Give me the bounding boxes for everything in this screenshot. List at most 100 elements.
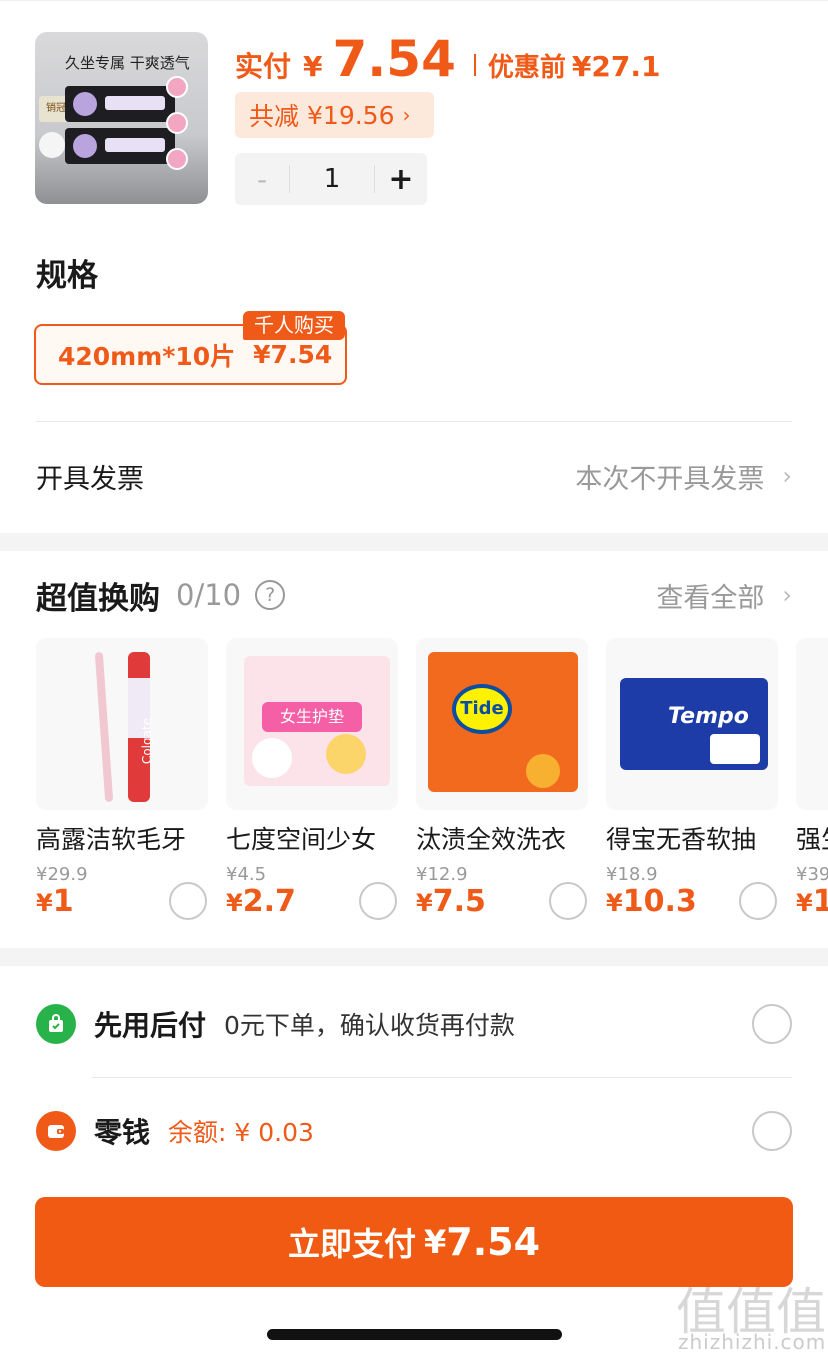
divider: [92, 1077, 792, 1078]
addon-list[interactable]: Colgate 高露洁软毛牙 ¥29.9 ¥1 女生护垫 七度空间少女 ¥4.5…: [36, 638, 828, 928]
invoice-row[interactable]: 开具发票 本次不开具发票 ›: [36, 446, 792, 506]
wallet-balance: 余额: ¥ 0.03: [168, 1118, 314, 1147]
currency-symbol: ¥: [796, 889, 813, 917]
brand-label: 女生护垫: [262, 702, 362, 732]
quantity-stepper: - 1 +: [235, 153, 427, 205]
pay-later-name: 先用后付: [94, 1009, 207, 1042]
addon-item-price-value: 14: [812, 884, 828, 919]
shopping-bag-icon: [36, 1004, 76, 1044]
invoice-value: 本次不开具发票: [575, 463, 765, 495]
addon-item-original-price: ¥39: [796, 864, 828, 885]
discount-detail-button[interactable]: 共减 ¥19.56 ›: [235, 92, 434, 138]
pad-pack-icon: [65, 86, 175, 122]
spec-title: 规格: [36, 258, 98, 294]
spec-option-price: ¥7.54: [253, 340, 333, 369]
section-gap: [0, 533, 828, 551]
paid-price: 实付 ¥ 7.54 优惠前 ¥27.1: [235, 30, 660, 90]
currency-symbol: ¥: [36, 889, 53, 917]
addon-item-original-price: ¥4.5: [226, 864, 267, 885]
addon-item-price: ¥10.3: [606, 884, 697, 919]
view-all-link[interactable]: 查看全部 ›: [656, 576, 792, 615]
pay-now-label: 立即支付: [287, 1225, 416, 1263]
addon-item-price-value: 2.7: [242, 884, 296, 919]
addon-item-price: ¥2.7: [226, 884, 296, 919]
increase-button[interactable]: +: [375, 162, 427, 197]
addon-item[interactable]: Tide 汰渍全效洗衣 ¥12.9 ¥7.5: [416, 638, 588, 928]
wallet-balance-option[interactable]: 零钱 余额: ¥ 0.03: [36, 1101, 792, 1161]
addon-item[interactable]: Tempo 得宝无香软抽 ¥18.9 ¥10.3: [606, 638, 778, 928]
addon-item-name: 高露洁软毛牙: [36, 825, 187, 854]
home-indicator[interactable]: [267, 1329, 562, 1340]
addon-item-name: 强生: [796, 825, 828, 854]
addon-item-price: ¥7.5: [416, 884, 486, 919]
pay-later-desc: 0元下单，确认收货再付款: [224, 1011, 515, 1040]
spec-popular-badge: 千人购买: [243, 311, 345, 340]
addon-item-price: ¥1: [36, 884, 74, 919]
help-icon[interactable]: ?: [255, 580, 286, 610]
chevron-right-icon: ›: [782, 462, 792, 490]
wallet-name: 零钱: [94, 1116, 151, 1149]
before-discount-value: ¥27.1: [571, 50, 661, 83]
brand-label: Tempo: [668, 704, 749, 729]
addon-header: 超值换购 0/10 ? 查看全部 ›: [36, 572, 792, 618]
addon-item-price-value: 7.5: [432, 884, 486, 919]
invoice-label: 开具发票: [36, 463, 144, 495]
addon-item-original-price: ¥29.9: [36, 864, 88, 885]
brand-label: Colgate: [140, 717, 155, 765]
price-divider: [473, 54, 476, 76]
decrease-button[interactable]: -: [235, 163, 289, 196]
chevron-right-icon: ›: [402, 103, 411, 127]
top-divider: [0, 0, 828, 4]
tissue-icon: Tempo: [606, 638, 778, 810]
discount-value: ¥19.56: [307, 100, 395, 130]
addon-item[interactable]: 女生护垫 七度空间少女 ¥4.5 ¥2.7: [226, 638, 398, 928]
detergent-icon: Tide: [416, 638, 588, 810]
currency-symbol: ¥: [226, 889, 243, 917]
wallet-radio[interactable]: [752, 1111, 792, 1151]
pad-pack-icon: [65, 128, 175, 164]
spec-option-name: 420mm*10片: [58, 341, 236, 371]
sanitary-pad-icon: 女生护垫: [226, 638, 398, 810]
feature-circle-icon: [166, 112, 188, 134]
currency-symbol: ¥: [606, 889, 623, 917]
addon-select-radio[interactable]: [549, 882, 587, 920]
product-image[interactable]: 久坐专属 干爽透气 销冠: [35, 32, 208, 204]
pay-later-radio[interactable]: [752, 1004, 792, 1044]
chevron-right-icon: ›: [782, 581, 792, 609]
wallet-icon: [36, 1111, 76, 1151]
before-discount-label: 优惠前: [487, 53, 566, 83]
pay-now-currency: ¥: [423, 1223, 447, 1261]
addon-title: 超值换购: [36, 580, 160, 617]
addon-select-radio[interactable]: [169, 882, 207, 920]
addon-item-original-price: ¥18.9: [606, 864, 658, 885]
quantity-value[interactable]: 1: [290, 164, 374, 194]
addon-item-price-value: 1: [52, 884, 74, 919]
addon-item-name: 七度空间少女: [226, 825, 377, 854]
addon-count: 0/10: [176, 578, 242, 612]
watermark: 值值值 zhizhizhi.com: [668, 1272, 828, 1358]
addon-item-price-value: 10.3: [622, 884, 697, 919]
discount-label: 共减: [249, 102, 300, 131]
addon-item-price: ¥14: [796, 884, 828, 919]
product-image-caption: 久坐专属 干爽透气: [65, 54, 190, 72]
product-icon: [796, 638, 828, 810]
watermark-url: zhizhizhi.com: [678, 1330, 827, 1354]
addon-item[interactable]: Colgate 高露洁软毛牙 ¥29.9 ¥1: [36, 638, 208, 928]
cotton-icon: [39, 132, 65, 158]
feature-circle-icon: [166, 148, 188, 170]
divider: [36, 421, 792, 422]
paid-label: 实付: [235, 50, 292, 83]
addon-item-original-price: ¥12.9: [416, 864, 468, 885]
addon-select-radio[interactable]: [739, 882, 777, 920]
brand-label: Tide: [452, 684, 512, 734]
paid-currency: ¥: [303, 50, 323, 83]
addon-item-name: 得宝无香软抽: [606, 825, 757, 854]
paid-value: 7.54: [332, 30, 456, 88]
feature-circle-icon: [166, 76, 188, 98]
addon-select-radio[interactable]: [359, 882, 397, 920]
pay-later-option[interactable]: 先用后付 0元下单，确认收货再付款: [36, 994, 792, 1054]
currency-symbol: ¥: [416, 889, 433, 917]
section-gap: [0, 948, 828, 966]
addon-item[interactable]: 强生 ¥39 ¥14: [796, 638, 828, 928]
addon-item-name: 汰渍全效洗衣: [416, 825, 567, 854]
